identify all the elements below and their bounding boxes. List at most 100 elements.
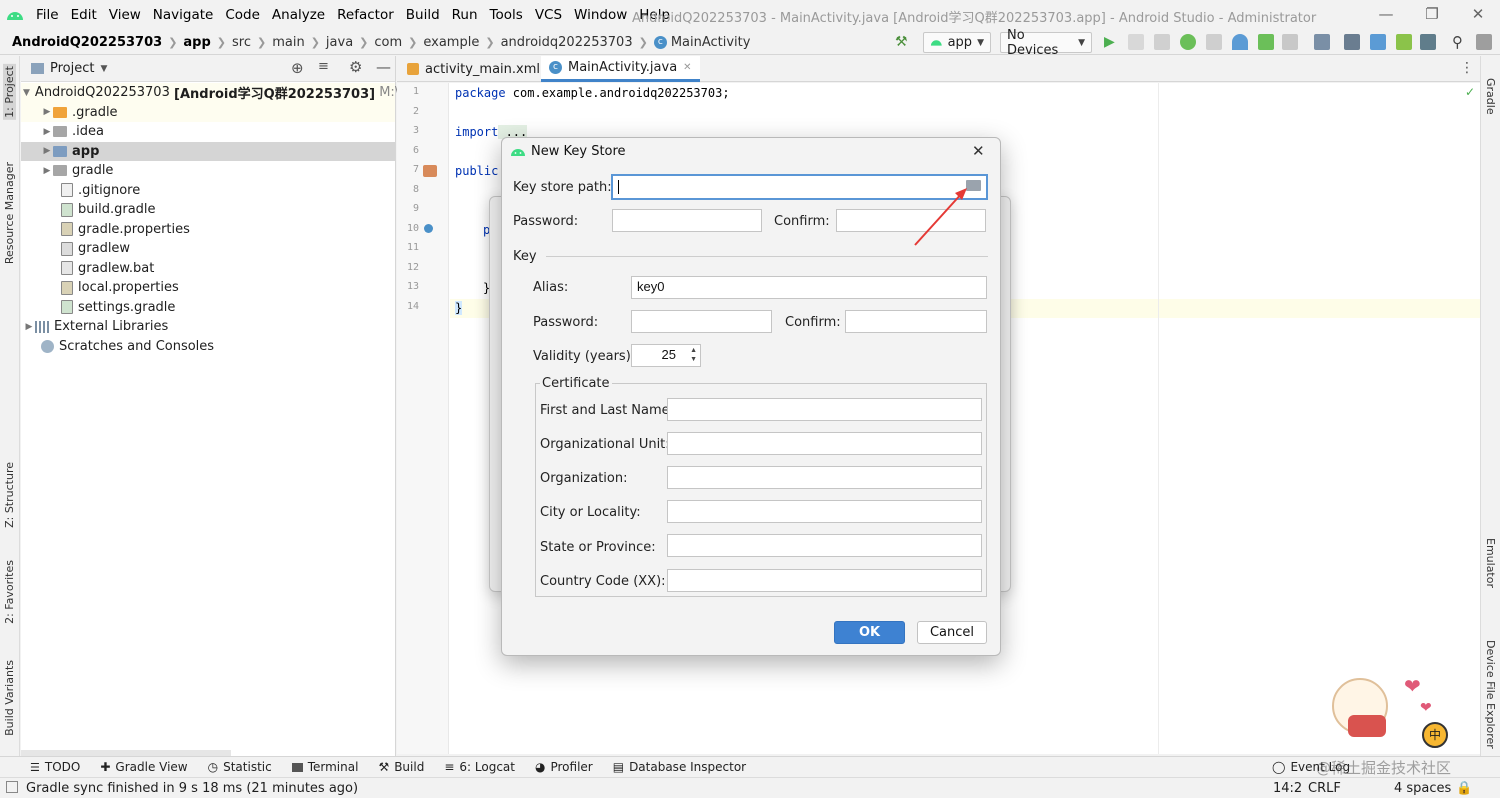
country-code-input[interactable] (667, 569, 982, 592)
menu-analyze[interactable]: Analyze (266, 7, 331, 23)
sdk-manager-icon[interactable] (1370, 34, 1386, 50)
settings-sync-icon[interactable] (1476, 34, 1492, 50)
tool-tab-structure[interactable]: Z: Structure (3, 462, 16, 528)
state-input[interactable] (667, 534, 982, 557)
expand-arrow-icon[interactable]: ▼ (23, 88, 30, 98)
menu-build[interactable]: Build (400, 7, 446, 23)
breadcrumb-com[interactable]: com (374, 35, 402, 50)
menu-vcs[interactable]: VCS (529, 7, 568, 23)
tree-item-gradle-properties[interactable]: gradle.properties (21, 220, 395, 240)
search-everywhere-icon[interactable]: ⚲ (1452, 33, 1463, 51)
tool-tab-build-variants[interactable]: Build Variants (3, 660, 16, 736)
hammer-icon[interactable]: ⚒ (895, 34, 911, 50)
validity-spinner[interactable]: 25 ▲ ▼ (631, 344, 701, 367)
tree-item-app[interactable]: ▶ app (21, 141, 395, 161)
tree-item-local-properties[interactable]: local.properties (21, 278, 395, 298)
tree-item-gitignore[interactable]: .gitignore (21, 181, 395, 201)
collapsed-arrow-icon[interactable]: ▶ (41, 146, 53, 156)
first-last-name-input[interactable] (667, 398, 982, 421)
menu-file[interactable]: File (30, 7, 65, 23)
breadcrumb-mainactivity[interactable]: MainActivity (671, 35, 751, 50)
tree-item-gradle[interactable]: ▶ gradle (21, 161, 395, 181)
apply-code-changes-icon[interactable] (1154, 34, 1170, 50)
key-confirm-input[interactable] (845, 310, 987, 333)
line-separator[interactable]: CRLF (1308, 781, 1341, 796)
tool-tab-statistic[interactable]: ◷ Statistic (208, 760, 272, 774)
tree-root[interactable]: ▼ AndroidQ202253703 [Android学习Q群20225370… (21, 83, 425, 103)
toggle-tool-windows-icon[interactable] (6, 781, 18, 793)
breadcrumb-main[interactable]: main (272, 35, 304, 50)
avd-manager-icon[interactable] (1396, 34, 1412, 50)
close-window-icon[interactable]: ✕ (1468, 5, 1488, 25)
tab-activity-main-xml[interactable]: activity_main.xml ✕ (399, 56, 562, 82)
menu-navigate[interactable]: Navigate (147, 7, 220, 23)
indent-setting[interactable]: 4 spaces (1394, 781, 1451, 796)
tree-item-external-libraries[interactable]: ▶ External Libraries (21, 317, 395, 337)
alias-input[interactable]: key0 (631, 276, 987, 299)
project-panel-title[interactable]: Project (50, 61, 94, 76)
layout-inspector-icon[interactable] (1420, 34, 1436, 50)
breadcrumb-example[interactable]: example (423, 35, 479, 50)
collapsed-arrow-icon[interactable]: ▶ (23, 322, 35, 332)
run-config-dropdown[interactable]: app ▼ (923, 32, 991, 53)
breadcrumb-java[interactable]: java (326, 35, 353, 50)
tree-item-gradlew[interactable]: gradlew (21, 239, 395, 259)
close-tab-icon[interactable]: ✕ (683, 62, 691, 73)
breadcrumb-package[interactable]: androidq202253703 (501, 35, 633, 50)
sync-gradle-icon[interactable] (1344, 34, 1360, 50)
collapsed-arrow-icon[interactable]: ▶ (41, 127, 53, 137)
close-icon[interactable]: ✕ (972, 142, 985, 160)
tool-tab-database-inspector[interactable]: ▤ Database Inspector (613, 760, 746, 774)
keystore-password-input[interactable] (612, 209, 762, 232)
restore-icon[interactable]: ❐ (1422, 5, 1442, 25)
locate-icon[interactable]: ⊕ (291, 59, 304, 77)
run-icon[interactable]: ▶ (1104, 34, 1115, 50)
collapsed-arrow-icon[interactable]: ▶ (41, 166, 53, 176)
tool-tab-logcat[interactable]: ≡ 6: Logcat (444, 760, 515, 774)
breadcrumb-src[interactable]: src (232, 35, 251, 50)
tab-options-icon[interactable]: ⋮ (1460, 60, 1474, 76)
tree-item-gradle-dir[interactable]: ▶ .gradle (21, 102, 395, 122)
tree-item-settings-gradle[interactable]: settings.gradle (21, 298, 395, 318)
tool-tab-todo[interactable]: ☰ TODO (30, 760, 80, 774)
tree-item-idea[interactable]: ▶ .idea (21, 122, 395, 142)
hide-panel-icon[interactable]: — (376, 58, 391, 76)
cancel-button[interactable]: Cancel (917, 621, 987, 644)
coverage-icon[interactable] (1206, 34, 1222, 50)
menu-refactor[interactable]: Refactor (331, 7, 400, 23)
attach-debugger-icon[interactable] (1258, 34, 1274, 50)
inspection-ok-icon[interactable]: ✓ (1465, 85, 1475, 99)
override-gutter-icon[interactable] (424, 224, 433, 233)
profile-icon[interactable] (1232, 34, 1248, 50)
breadcrumb-app[interactable]: app (183, 35, 210, 50)
tree-item-build-gradle[interactable]: build.gradle (21, 200, 395, 220)
key-password-input[interactable] (631, 310, 772, 333)
tool-tab-gradle[interactable]: Gradle (1484, 78, 1497, 115)
project-structure-icon[interactable] (1314, 34, 1330, 50)
tool-tab-favorites[interactable]: 2: Favorites (3, 560, 16, 624)
ok-button[interactable]: OK (834, 621, 905, 644)
device-dropdown[interactable]: No Devices ▼ (1000, 28, 1092, 58)
gear-icon[interactable]: ⚙ (349, 58, 362, 76)
menu-edit[interactable]: Edit (65, 7, 103, 23)
debug-icon[interactable] (1180, 34, 1196, 50)
spinner-arrows-icon[interactable]: ▲ ▼ (690, 346, 697, 364)
menu-tools[interactable]: Tools (484, 7, 529, 23)
tool-tab-device-file-explorer[interactable]: Device File Explorer (1484, 640, 1497, 749)
collapsed-arrow-icon[interactable]: ▶ (41, 107, 53, 117)
collapse-all-icon[interactable]: ≡ (318, 59, 329, 74)
stop-icon[interactable] (1282, 34, 1298, 50)
run-gutter-icon[interactable] (423, 165, 437, 177)
caret-position[interactable]: 14:2 (1273, 781, 1302, 796)
tool-tab-emulator[interactable]: Emulator (1484, 538, 1497, 588)
tool-tab-terminal[interactable]: Terminal (291, 760, 358, 774)
menu-code[interactable]: Code (219, 7, 266, 23)
organizational-unit-input[interactable] (667, 432, 982, 455)
tree-item-scratches[interactable]: Scratches and Consoles (21, 337, 395, 357)
breadcrumb-project[interactable]: AndroidQ202253703 (12, 35, 162, 50)
menu-view[interactable]: View (103, 7, 147, 23)
organization-input[interactable] (667, 466, 982, 489)
city-input[interactable] (667, 500, 982, 523)
tool-tab-project[interactable]: 1: Project (3, 64, 16, 120)
tool-tab-resource-manager[interactable]: Resource Manager (3, 162, 16, 264)
